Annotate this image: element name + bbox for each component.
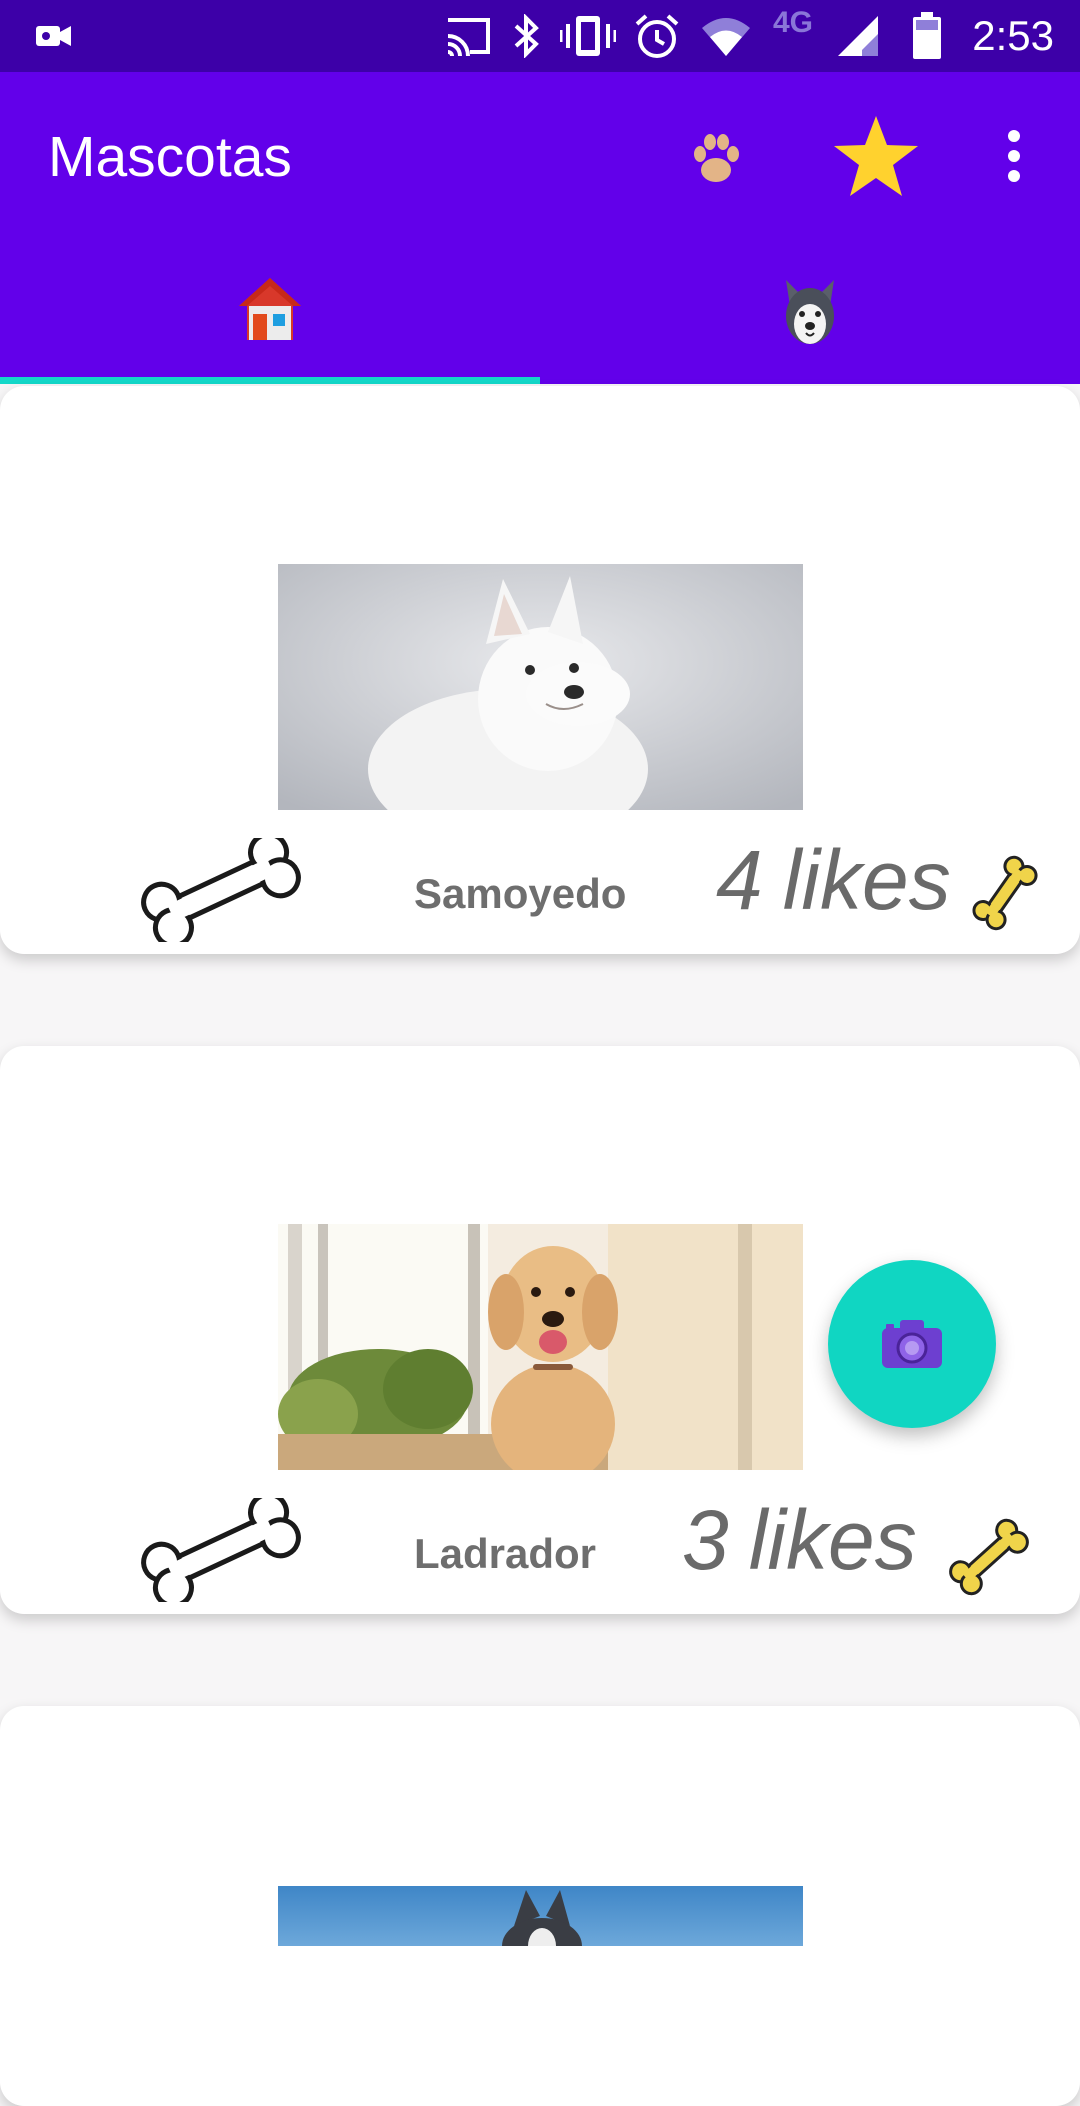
likes-label: likes [782, 833, 951, 927]
more-vert-icon[interactable] [1000, 128, 1028, 184]
video-record-icon [36, 26, 71, 46]
clock: 2:53 [972, 12, 1054, 59]
husky-icon [786, 280, 834, 344]
app-title: Mascotas [48, 125, 292, 189]
pet-name: Samoyedo [414, 870, 627, 917]
camera-fab-button[interactable] [828, 1260, 996, 1428]
battery-icon [913, 12, 941, 59]
star-icon[interactable] [832, 114, 920, 198]
pet-card: Samoyedo 4 likes [0, 386, 1080, 954]
status-bar: 4G 2:53 [0, 0, 1080, 72]
bone-yellow-icon [949, 1518, 1029, 1596]
likes-number: 3 [682, 1493, 729, 1587]
husky-dog-photo [278, 1886, 803, 1946]
network-type-label: 4G [773, 6, 814, 39]
bone-outline-icon[interactable] [130, 1498, 312, 1602]
pet-photo [278, 564, 803, 810]
pet-photo [278, 1224, 803, 1470]
tab-pet-profile[interactable] [540, 236, 1080, 384]
pet-name: Ladrador [414, 1530, 597, 1577]
vibrate-icon [560, 16, 616, 56]
home-icon [239, 278, 301, 340]
paw-icon[interactable] [688, 132, 744, 188]
bluetooth-icon [514, 14, 539, 58]
bone-yellow-icon [972, 855, 1038, 931]
likes-number: 4 [716, 833, 763, 927]
camera-icon [882, 1320, 942, 1368]
tab-home[interactable] [0, 236, 540, 384]
white-samoyed-dog-photo [278, 564, 803, 810]
pet-photo [278, 1886, 803, 1946]
cast-icon [447, 18, 490, 57]
likes-label: likes [748, 1493, 917, 1587]
golden-retriever-dog-photo [278, 1224, 803, 1470]
app-bar: Mascotas [0, 72, 1080, 236]
bone-outline-icon[interactable] [130, 838, 312, 942]
tab-indicator [0, 377, 540, 384]
signal-icon [838, 16, 878, 56]
pet-card [0, 1706, 1080, 2106]
likes-count: 4 likes [716, 832, 951, 929]
likes-count: 3 likes [682, 1492, 917, 1589]
wifi-icon [702, 18, 750, 56]
tab-bar [0, 236, 1080, 384]
alarm-icon [635, 14, 679, 58]
